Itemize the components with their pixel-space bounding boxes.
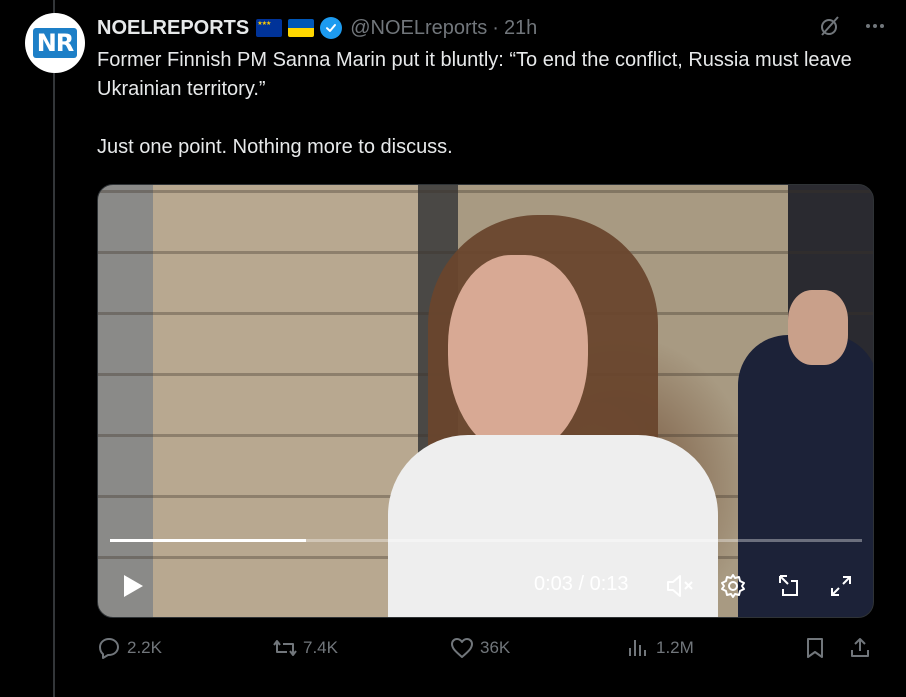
heart-icon: [451, 638, 473, 658]
avatar[interactable]: NR: [25, 13, 85, 73]
like-count: 36K: [480, 638, 511, 657]
separator-dot: ·: [492, 16, 499, 39]
tweet-text-line-2: Just one point. Nothing more to discuss.: [97, 136, 453, 158]
views-button[interactable]: 1.2M: [626, 636, 694, 660]
video-progress-bar[interactable]: [110, 539, 862, 542]
reply-button[interactable]: 2.2K: [97, 636, 162, 660]
more-options-icon[interactable]: [864, 15, 886, 42]
tweet-text-line-1: Former Finnish PM Sanna Marin put it blu…: [97, 49, 852, 100]
mute-icon[interactable]: [664, 571, 696, 601]
handle[interactable]: @NOELreports: [350, 17, 487, 40]
tweet-actions: 2.2K 7.4K 36K 1.2M: [97, 636, 877, 668]
bookmark-button[interactable]: [803, 636, 827, 660]
verified-badge-icon: [320, 17, 343, 39]
views-count: 1.2M: [656, 638, 694, 657]
repost-button[interactable]: 7.4K: [273, 636, 338, 660]
views-chart-icon: [629, 640, 646, 656]
video-person-man-head: [788, 290, 848, 365]
tweet-header: NOELREPORTS @NOELreports · 21h: [97, 14, 886, 42]
eu-flag-icon: [256, 19, 283, 37]
fullscreen-icon[interactable]: [826, 571, 856, 601]
video-controls: 0:03 / 0:13: [98, 567, 873, 605]
ukraine-flag-icon: [288, 19, 315, 37]
repost-icon: [273, 640, 297, 656]
bookmark-icon: [807, 638, 823, 658]
grok-icon[interactable]: [818, 14, 842, 43]
display-name[interactable]: NOELREPORTS: [97, 17, 249, 40]
thread-line: [53, 0, 55, 697]
reply-count: 2.2K: [127, 638, 162, 657]
like-button[interactable]: 36K: [450, 636, 510, 660]
share-button[interactable]: [848, 636, 872, 660]
tweet-text: Former Finnish PM Sanna Marin put it blu…: [97, 46, 877, 162]
settings-gear-icon[interactable]: [718, 571, 748, 601]
timestamp[interactable]: 21h: [504, 17, 537, 40]
picture-in-picture-icon[interactable]: [773, 571, 803, 601]
repost-count: 7.4K: [303, 638, 338, 657]
video-progress-fill: [110, 539, 306, 542]
reply-icon: [99, 638, 119, 659]
share-icon: [851, 638, 869, 657]
video-time: 0:03 / 0:13: [534, 573, 629, 595]
play-icon[interactable]: [118, 571, 148, 601]
video-person-face: [448, 255, 588, 455]
video-player[interactable]: 0:03 / 0:13: [97, 184, 874, 618]
avatar-logo: NR: [32, 28, 78, 58]
